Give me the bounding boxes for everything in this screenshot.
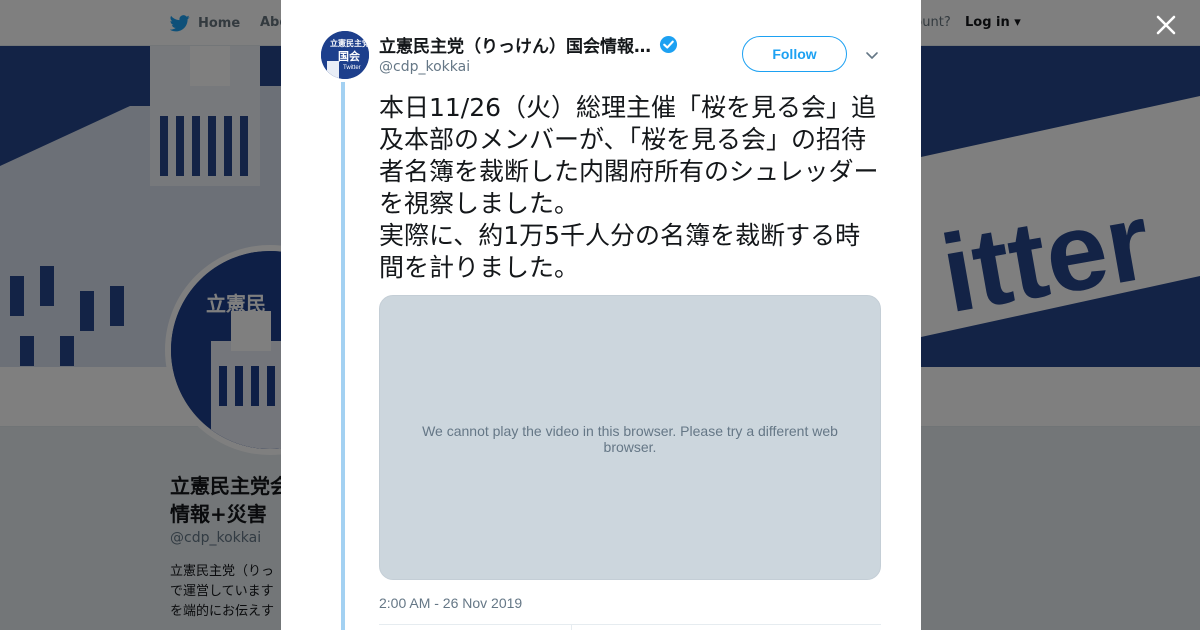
- author-handle[interactable]: @cdp_kokkai: [379, 59, 470, 75]
- verified-badge-icon: [659, 35, 678, 54]
- tweet-text: 本日11/26（火）総理主催「桜を見る会」追及本部のメンバーが、「桜を見る会」の…: [379, 92, 884, 284]
- author-name-row: 立憲民主党（りっけん）国会情報…: [379, 32, 678, 57]
- svg-text:立憲民主党: 立憲民主党: [330, 38, 369, 48]
- author-name[interactable]: 立憲民主党（りっけん）国会情報…: [379, 32, 651, 57]
- close-icon[interactable]: [1152, 11, 1180, 39]
- tweet-text-paragraph: 実際に、約1万5千人分の名簿を裁断する時間を計りました。: [379, 221, 861, 282]
- chevron-down-icon[interactable]: [863, 46, 881, 64]
- stats-divider: [379, 624, 881, 625]
- stats-split: [571, 624, 572, 630]
- svg-text:国会: 国会: [338, 49, 361, 63]
- svg-text:Twitter: Twitter: [343, 65, 361, 71]
- video-player[interactable]: We cannot play the video in this browser…: [379, 295, 881, 580]
- follow-button[interactable]: Follow: [742, 36, 847, 72]
- author-avatar[interactable]: 立憲民主党 国会 Twitter: [321, 31, 369, 79]
- video-error-message: We cannot play the video in this browser…: [422, 423, 838, 455]
- tweet-modal: 立憲民主党 国会 Twitter 立憲民主党（りっけん）国会情報… @cdp_k…: [281, 0, 921, 630]
- thread-line: [341, 82, 345, 630]
- tweet-text-paragraph: 本日11/26（火）総理主催「桜を見る会」追及本部のメンバーが、「桜を見る会」の…: [379, 93, 879, 218]
- tweet-timestamp[interactable]: 2:00 AM - 26 Nov 2019: [379, 595, 522, 611]
